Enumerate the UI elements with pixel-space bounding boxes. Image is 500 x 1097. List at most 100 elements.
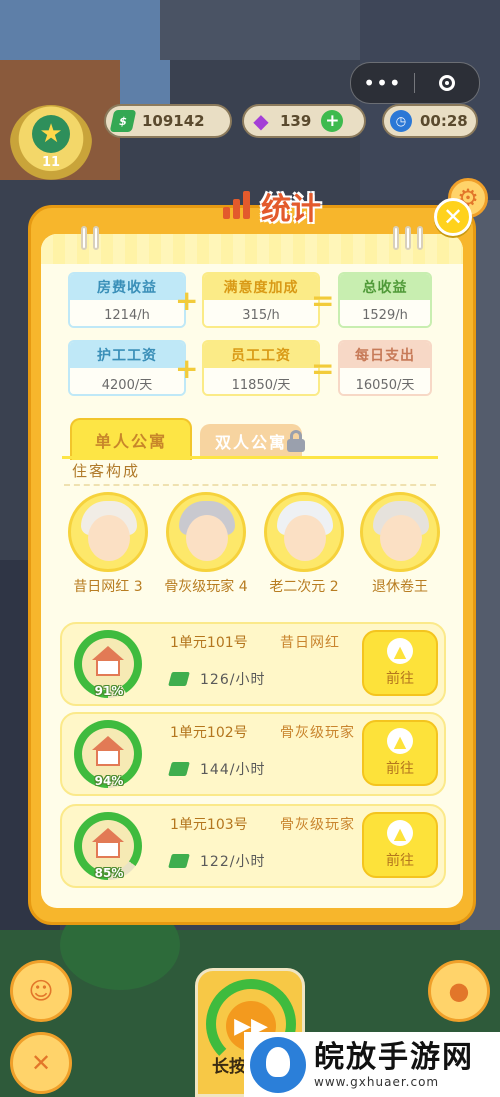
stat-value: 1214/h [70,300,184,326]
stat-daily-expense: 每日支出 16050/天 [338,340,432,396]
chat-bubble-icon: ☺ [28,977,54,1005]
cash-icon: $ [109,110,137,132]
room-income: 122/小时 [200,854,266,870]
resident-card[interactable]: 退休卷王 [350,492,450,596]
gem-counter[interactable]: ◆ 139 + [242,104,366,138]
room-income: 144/小时 [200,762,266,778]
player-level: 11 [41,155,61,170]
tenant-type: 骨灰级玩家 [280,725,355,741]
stat-caregiver-wage: 护工工资 4200/天 [68,340,186,396]
stat-value: 1529/h [340,300,430,326]
bar-chart-icon [221,191,255,221]
stat-total-income: 总收益 1529/h [338,272,432,328]
binder-rings-right [393,226,423,250]
dashed-divider [64,484,436,486]
resident-card[interactable]: 骨灰级玩家 4 [156,492,256,596]
timer-counter: ◷ 00:28 [382,104,478,138]
clock-icon: ◷ [390,110,412,132]
stat-label: 房费收益 [70,274,184,300]
satisfaction-percent: 85% [94,866,124,880]
go-label: 前往 [386,853,414,869]
star-icon: ★ [32,115,70,153]
modal-title: 统计 [191,184,351,228]
apple-icon: ● [448,977,470,1005]
room-income: 126/小时 [200,672,266,688]
resident-avatar [360,492,440,572]
stat-room-income: 房费收益 1214/h [68,272,186,328]
close-modal-button[interactable]: ✕ [434,198,472,236]
octopus-logo-icon [250,1036,306,1093]
chat-button[interactable]: ☺ [10,960,72,1022]
lock-icon [286,430,306,452]
resident-name: 骨灰级玩家 4 [164,579,248,595]
apartment-row: 91% 1单元101号 昔日网红 126/小时 ▲ 前往 [60,622,446,706]
watermark-url: www.gxhuaer.com [314,1074,440,1089]
cash-counter[interactable]: $ 109142 [104,104,232,138]
house-icon [92,828,124,858]
player-level-badge[interactable]: ★ 11 [10,95,94,185]
more-menu-button[interactable]: ••• [351,63,414,103]
apartment-row: 94% 1单元102号 骨灰级玩家 144/小时 ▲ 前往 [60,712,446,796]
stat-label: 员工工资 [204,342,318,368]
resident-name: 老二次元 2 [269,579,339,595]
cash-icon [168,672,190,686]
plus-operator: + [175,284,199,317]
stat-label: 总收益 [340,274,430,300]
tab-single-apartment[interactable]: 单人公寓 [70,418,192,460]
timer-value: 00:28 [420,112,468,130]
apartment-row: 85% 1单元103号 骨灰级玩家 122/小时 ▲ 前往 [60,804,446,888]
house-icon [92,646,124,676]
tools-button[interactable]: ✕ [10,1032,72,1094]
target-icon [438,75,455,91]
satisfaction-percent: 91% [94,684,124,698]
resident-avatar [68,492,148,572]
go-to-room-button[interactable]: ▲ 前往 [362,812,438,878]
room-number: 1单元102号 [170,725,248,741]
resident-name: 昔日网红 3 [73,579,143,595]
close-icon: ✕ [442,203,464,231]
add-gems-button[interactable]: + [321,110,344,132]
watermark-title: 皖放手游网 [314,1039,474,1075]
tenant-type: 昔日网红 [280,635,340,651]
stat-label: 护工工资 [70,342,184,368]
tab-underline [62,456,438,459]
arrow-up-icon: ▲ [387,638,413,664]
arrow-up-icon: ▲ [387,728,413,754]
go-label: 前往 [386,671,414,687]
fruit-button[interactable]: ● [428,960,490,1022]
stat-value: 315/h [204,300,318,326]
go-to-room-button[interactable]: ▲ 前往 [362,720,438,786]
equals-operator: = [311,352,335,385]
arrow-up-icon: ▲ [387,820,413,846]
stat-value: 11850/天 [204,368,318,394]
cash-icon [168,854,190,868]
wrench-icon: ✕ [30,1049,52,1077]
resident-card[interactable]: 昔日网红 3 [58,492,158,596]
go-label: 前往 [386,761,414,777]
gem-icon: ◆ [253,109,269,133]
plus-operator: + [175,352,199,385]
binder-rings-left [81,226,99,250]
equals-operator: = [311,284,335,317]
resident-avatar [166,492,246,572]
stat-staff-wage: 员工工资 11850/天 [202,340,320,396]
house-icon [92,736,124,766]
resident-name: 退休卷王 [372,579,428,595]
gem-value: 139 [280,112,312,130]
resident-avatar [264,492,344,572]
residents-section-label: 住客构成 [72,462,141,480]
room-number: 1单元103号 [170,817,248,833]
stat-value: 4200/天 [70,368,184,394]
building-block [160,0,360,60]
miniprogram-capsule: ••• [350,62,480,104]
cash-icon [168,762,190,776]
resident-card[interactable]: 老二次元 2 [254,492,354,596]
modal-title-text: 统计 [261,192,321,227]
cash-value: 109142 [142,112,205,130]
stat-label: 满意度加成 [204,274,318,300]
satisfaction-percent: 94% [94,774,124,788]
exit-miniprogram-button[interactable] [415,75,478,91]
go-to-room-button[interactable]: ▲ 前往 [362,630,438,696]
site-watermark: 皖放手游网 www.gxhuaer.com [244,1032,500,1097]
stat-value: 16050/天 [340,368,430,394]
